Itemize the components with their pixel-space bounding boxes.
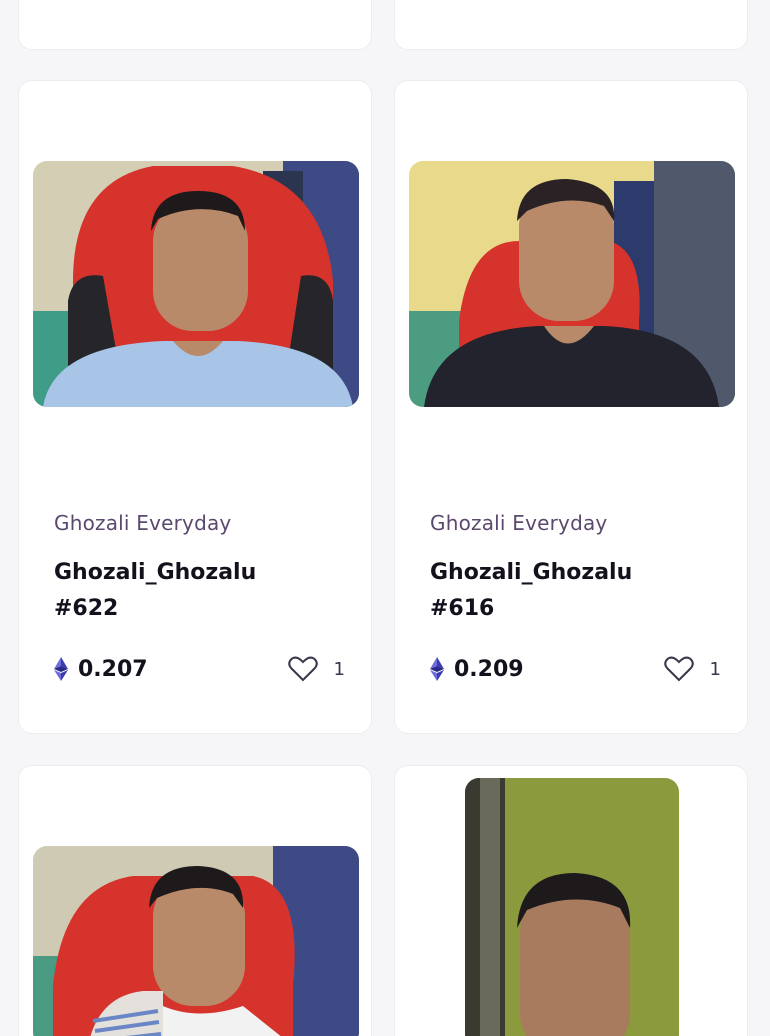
nft-thumbnail[interactable] [33,846,359,1036]
nft-card-partial-top[interactable] [18,0,372,50]
nft-thumbnail[interactable] [465,778,679,1036]
like-count: 1 [333,658,345,680]
nft-title-name: Ghozali_Ghozalu [54,560,257,585]
ethereum-icon [430,657,444,681]
price: 0.207 [54,657,148,682]
like-button[interactable]: 1 [663,656,721,682]
nft-title-number: #622 [54,596,119,621]
like-button[interactable]: 1 [287,656,345,682]
collection-name[interactable]: Ghozali Everyday [430,511,607,535]
like-count: 1 [709,658,721,680]
nft-grid: Ghozali Everyday Ghozali_Ghozalu #622 0.… [0,0,770,1036]
nft-title-number: #616 [430,596,495,621]
nft-card[interactable]: Ghozali Everyday Ghozali_Ghozalu #616 0.… [394,80,748,734]
heart-icon[interactable] [287,656,318,682]
nft-title-name: Ghozali_Ghozalu [430,560,633,585]
price-row: 0.207 1 [54,653,345,685]
price-row: 0.209 1 [430,653,721,685]
nft-title[interactable]: Ghozali_Ghozalu #616 [430,555,632,627]
price-value: 0.207 [78,656,148,682]
nft-card-partial-bottom[interactable] [18,765,372,1036]
nft-card-partial-top[interactable] [394,0,748,50]
nft-thumbnail[interactable] [409,161,735,407]
nft-card[interactable]: Ghozali Everyday Ghozali_Ghozalu #622 0.… [18,80,372,734]
nft-title[interactable]: Ghozali_Ghozalu #622 [54,555,256,627]
collection-name[interactable]: Ghozali Everyday [54,511,231,535]
nft-card-partial-bottom[interactable] [394,765,748,1036]
price: 0.209 [430,657,524,682]
price-value: 0.209 [454,656,524,682]
ethereum-icon [54,657,68,681]
nft-thumbnail[interactable] [33,161,359,407]
heart-icon[interactable] [663,656,694,682]
